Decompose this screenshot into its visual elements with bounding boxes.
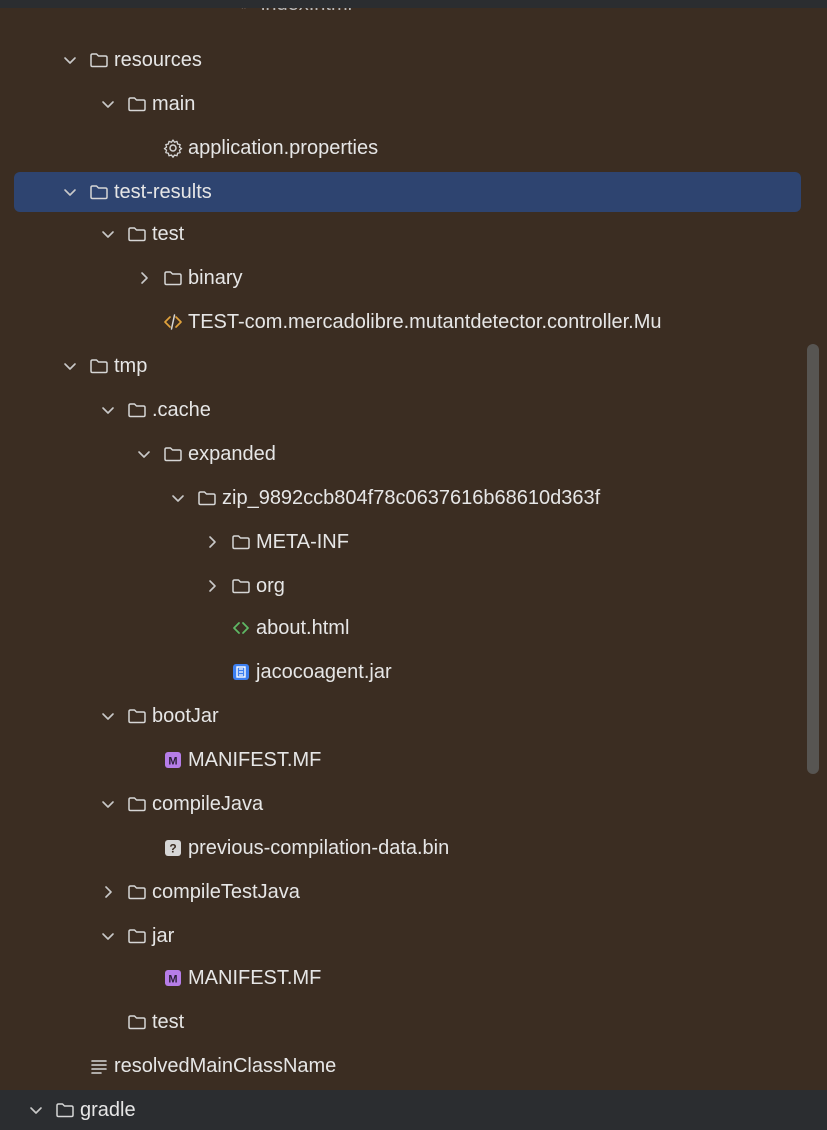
chevron-down-icon[interactable] [98, 794, 118, 814]
tree-item-label: about.html [256, 617, 350, 639]
folder-icon [162, 443, 184, 465]
tree-item-label: previous-compilation-data.bin [188, 837, 450, 859]
svg-text:?: ? [169, 842, 176, 856]
chevron-down-icon[interactable] [98, 706, 118, 726]
tree-item--cache[interactable]: .cache [6, 390, 802, 430]
tree-item-label: test-results [114, 181, 212, 203]
chevron-down-icon[interactable] [60, 182, 80, 202]
tree-item-main[interactable]: main [6, 84, 802, 124]
tree-item-test-results[interactable]: test-results [14, 172, 801, 212]
tree-item-label: resources [114, 49, 202, 71]
tree-item-compiletestjava[interactable]: compileTestJava [6, 872, 802, 912]
chevron-down-icon[interactable] [60, 50, 80, 70]
partial-row-label: <> index.html [232, 8, 352, 24]
chevron-down-icon[interactable] [98, 400, 118, 420]
chevron-right-icon[interactable] [134, 268, 154, 288]
html-icon [230, 617, 252, 639]
tree-item-jacocoagent-jar[interactable]: jacocoagent.jar [6, 652, 802, 692]
tree-item-label: compileTestJava [152, 881, 300, 903]
tree-item-test[interactable]: test [6, 214, 802, 254]
tree-item-label: resolvedMainClassName [114, 1055, 337, 1077]
tree-item-partial[interactable]: <> index.html [232, 8, 827, 24]
tree-item-about-html[interactable]: about.html [6, 608, 802, 648]
tree-item-label: test [152, 1011, 185, 1033]
tree-item-bootjar[interactable]: bootJar [6, 696, 802, 736]
tree-item-label: jacocoagent.jar [256, 661, 392, 683]
svg-text:M: M [168, 756, 177, 768]
folder-icon [230, 531, 252, 553]
tree-item-org[interactable]: org [6, 566, 802, 606]
manifest-icon: M [162, 967, 184, 989]
tree-item-label: jar [152, 925, 175, 947]
tree-item-label: zip_9892ccb804f78c0637616b68610d363f [222, 487, 601, 509]
tree-item-label: MANIFEST.MF [188, 749, 322, 771]
folder-icon [88, 355, 110, 377]
tree-item-label: expanded [188, 443, 276, 465]
tree-item-previous-compilation-data-bin[interactable]: ? previous-compilation-data.bin [6, 828, 802, 868]
folder-icon [126, 925, 148, 947]
folder-icon [126, 793, 148, 815]
tree-item-resolvedmainclassname[interactable]: resolvedMainClassName [6, 1046, 802, 1086]
tree-item-label: bootJar [152, 705, 219, 727]
chevron-down-icon[interactable] [98, 224, 118, 244]
tree-item-label: gradle [80, 1099, 136, 1121]
tree-item-expanded[interactable]: expanded [6, 434, 802, 474]
tree-item-label: .cache [152, 399, 211, 421]
svg-text:M: M [168, 974, 177, 986]
gear-icon [162, 137, 184, 159]
chevron-down-icon[interactable] [98, 926, 118, 946]
folder-icon [196, 487, 218, 509]
folder-icon [88, 49, 110, 71]
tree-item-test-com-mercadolibre-mutantdetector-controller-mu[interactable]: TEST-com.mercadolibre.mutantdetector.con… [6, 302, 802, 342]
tree-item-label: main [152, 93, 196, 115]
text-file-icon [88, 1055, 110, 1077]
chevron-right-icon[interactable] [202, 576, 222, 596]
tree-item-manifest-mf[interactable]: M MANIFEST.MF [6, 740, 802, 780]
folder-icon [126, 881, 148, 903]
tree-item-label: META-INF [256, 531, 349, 553]
chevron-right-icon[interactable] [202, 532, 222, 552]
chevron-down-icon[interactable] [168, 488, 188, 508]
folder-icon [126, 705, 148, 727]
chevron-down-icon[interactable] [60, 356, 80, 376]
jar-icon [230, 661, 252, 683]
tree-item-application-properties[interactable]: application.properties [6, 128, 802, 168]
top-strip [0, 0, 827, 8]
chevron-down-icon[interactable] [98, 94, 118, 114]
folder-icon [126, 399, 148, 421]
tree-item-meta-inf[interactable]: META-INF [6, 522, 802, 562]
tree-item-tmp[interactable]: tmp [6, 346, 802, 386]
folder-icon [54, 1099, 76, 1121]
unknown-file-icon: ? [162, 837, 184, 859]
tree-item-label: binary [188, 267, 243, 289]
tree-item-label: TEST-com.mercadolibre.mutantdetector.con… [188, 311, 662, 333]
tree-item-label: test [152, 223, 185, 245]
vertical-scrollbar[interactable] [807, 344, 819, 774]
tree-item-compilejava[interactable]: compileJava [6, 784, 802, 824]
folder-icon [230, 575, 252, 597]
folder-icon [126, 1011, 148, 1033]
tree-item-label: tmp [114, 355, 148, 377]
chevron-down-icon[interactable] [26, 1100, 46, 1120]
tree-item-label: application.properties [188, 137, 379, 159]
manifest-icon: M [162, 749, 184, 771]
tree-item-gradle[interactable]: gradle [0, 1090, 827, 1130]
tree-item-label: MANIFEST.MF [188, 967, 322, 989]
folder-icon [126, 223, 148, 245]
folder-icon [162, 267, 184, 289]
tree-item-label: org [256, 575, 285, 597]
tree-item-jar[interactable]: jar [6, 916, 802, 956]
xml-icon [162, 311, 184, 333]
tree-item-manifest-mf[interactable]: M MANIFEST.MF [6, 958, 802, 998]
chevron-down-icon[interactable] [134, 444, 154, 464]
folder-icon [126, 93, 148, 115]
tree-item-test[interactable]: test [6, 1002, 802, 1042]
folder-icon [88, 181, 110, 203]
chevron-right-icon[interactable] [98, 882, 118, 902]
tree-item-resources[interactable]: resources [6, 40, 802, 80]
tree-item-binary[interactable]: binary [6, 258, 802, 298]
tree-item-label: compileJava [152, 793, 264, 815]
tree-item-zip-9892ccb804f78c0637616b68610d363f[interactable]: zip_9892ccb804f78c0637616b68610d363f [6, 478, 802, 518]
